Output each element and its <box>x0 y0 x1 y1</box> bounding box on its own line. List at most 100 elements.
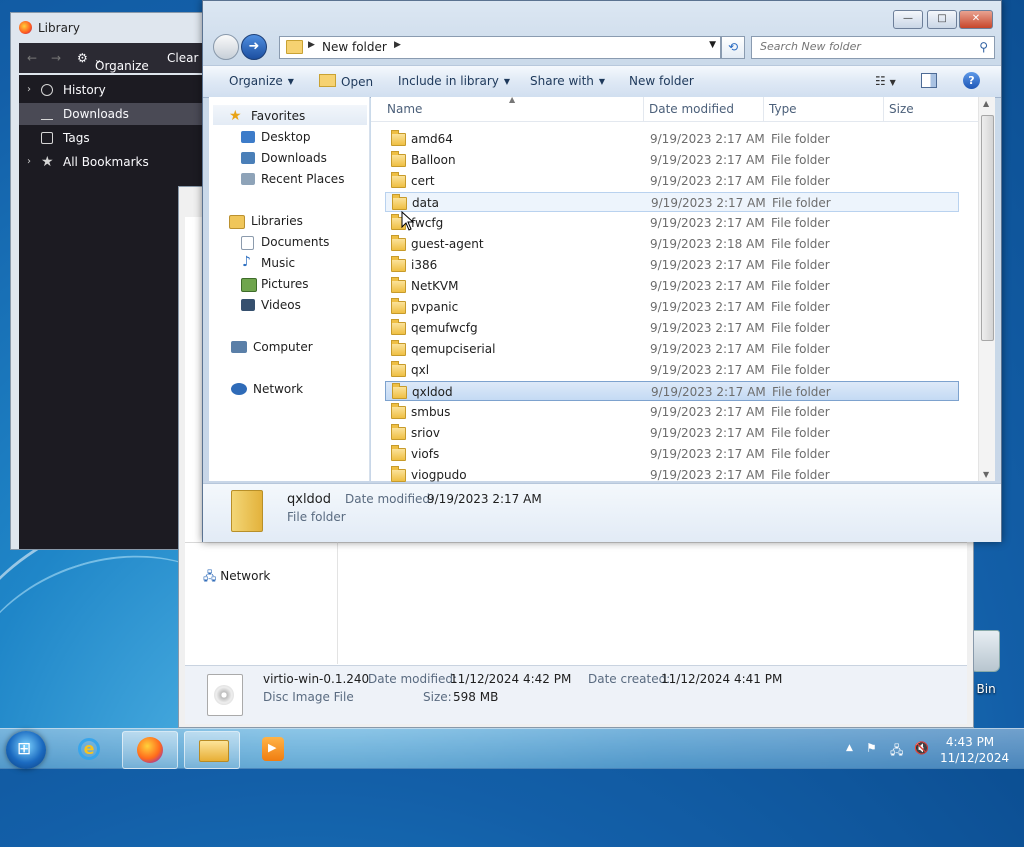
folder-icon <box>391 403 406 419</box>
nav-pictures[interactable]: Pictures <box>261 277 309 291</box>
library-item-downloads[interactable]: Downloads <box>19 103 211 125</box>
library-back-button[interactable]: ← <box>27 51 37 65</box>
column-name-header[interactable]: Name <box>387 102 422 116</box>
search-input[interactable] <box>758 39 962 54</box>
file-row[interactable]: i386 9/19/2023 2:17 AM File folder <box>385 255 959 275</box>
file-date-modified: 9/19/2023 2:17 AM <box>650 132 765 146</box>
scrollbar-thumb[interactable] <box>981 115 994 341</box>
file-date-modified: 9/19/2023 2:17 AM <box>650 321 765 335</box>
library-item-history[interactable]: › History <box>19 79 211 101</box>
scroll-up-icon[interactable]: ▲ <box>983 99 989 108</box>
column-date-header[interactable]: Date modified <box>649 102 734 116</box>
start-button[interactable] <box>6 731 46 769</box>
breadcrumb-separator[interactable]: ▶ <box>308 40 315 50</box>
nav-favorites[interactable]: Favorites <box>251 109 305 123</box>
preview-pane-toggle[interactable] <box>921 73 937 88</box>
file-row[interactable]: guest-agent 9/19/2023 2:18 AM File folder <box>385 234 959 254</box>
file-row[interactable]: viofs 9/19/2023 2:17 AM File folder <box>385 444 959 464</box>
breadcrumb-separator[interactable]: ▶ <box>394 40 401 50</box>
expand-arrow-icon[interactable]: › <box>27 151 31 173</box>
folder-icon <box>391 235 406 251</box>
taskbar-windows-explorer[interactable] <box>184 731 240 769</box>
nav-videos[interactable]: Videos <box>261 298 301 312</box>
column-size-header[interactable]: Size <box>889 102 914 116</box>
expand-arrow-icon[interactable]: › <box>27 79 31 101</box>
column-divider[interactable] <box>883 97 884 121</box>
file-row[interactable]: sriov 9/19/2023 2:17 AM File folder <box>385 423 959 443</box>
chevron-down-icon: ▼ <box>889 78 896 87</box>
sort-ascending-icon: ▲ <box>509 95 516 104</box>
file-name: qxldod <box>412 385 453 399</box>
file-row[interactable]: pvpanic 9/19/2023 2:17 AM File folder <box>385 297 959 317</box>
file-row[interactable]: cert 9/19/2023 2:17 AM File folder <box>385 171 959 191</box>
address-dropdown-icon[interactable]: ▼ <box>709 40 716 50</box>
search-box[interactable]: ⚲ <box>751 36 995 59</box>
share-with-button[interactable]: Share with ▼ <box>530 74 605 88</box>
column-divider[interactable] <box>763 97 764 121</box>
nav-desktop[interactable]: Desktop <box>261 130 311 144</box>
disc-image-icon <box>207 674 243 716</box>
file-row[interactable]: smbus 9/19/2023 2:17 AM File folder <box>385 402 959 422</box>
file-row[interactable]: qxldod 9/19/2023 2:17 AM File folder <box>385 381 959 401</box>
nav-recent-places[interactable]: Recent Places <box>261 172 344 186</box>
address-bar[interactable]: ▶ New folder ▶ ▼ <box>279 36 721 59</box>
library-forward-button[interactable]: → <box>51 51 61 65</box>
minimize-button[interactable]: — <box>893 10 923 29</box>
file-row[interactable]: qemufwcfg 9/19/2023 2:17 AM File folder <box>385 318 959 338</box>
library-clear-button[interactable]: Clear <box>167 51 198 65</box>
network-tray-icon[interactable]: 🖧 <box>890 741 903 762</box>
file-row[interactable]: NetKVM 9/19/2023 2:17 AM File folder <box>385 276 959 296</box>
desktop-icon <box>241 131 255 143</box>
new-folder-button[interactable]: New folder <box>629 74 694 88</box>
nav-downloads[interactable]: Downloads <box>261 151 327 165</box>
open-folder-icon <box>319 74 336 87</box>
include-in-library-button[interactable]: Include in library ▼ <box>398 74 510 88</box>
taskbar-internet-explorer[interactable]: e <box>62 731 116 767</box>
tray-overflow-icon[interactable]: ▲ <box>846 743 853 753</box>
close-button[interactable]: ✕ <box>959 10 993 29</box>
file-row[interactable]: qxl 9/19/2023 2:17 AM File folder <box>385 360 959 380</box>
breadcrumb-new-folder[interactable]: New folder <box>322 40 387 54</box>
refresh-button[interactable]: ⟲ <box>721 36 745 59</box>
file-row[interactable]: Balloon 9/19/2023 2:17 AM File folder <box>385 150 959 170</box>
volume-muted-icon[interactable]: 🔇 <box>914 741 929 755</box>
file-date-modified: 9/19/2023 2:17 AM <box>650 342 765 356</box>
file-row[interactable]: data 9/19/2023 2:17 AM File folder <box>385 192 959 212</box>
help-button[interactable]: ? <box>963 72 980 89</box>
file-row[interactable]: viogpudo 9/19/2023 2:17 AM File folder <box>385 465 959 485</box>
maximize-button[interactable]: □ <box>927 10 957 29</box>
search-icon[interactable]: ⚲ <box>979 40 988 54</box>
clock-icon <box>41 84 53 96</box>
navigation-pane: ★ Favorites Desktop Downloads Recent Pla… <box>209 97 370 481</box>
file-name: cert <box>411 174 435 188</box>
nav-libraries[interactable]: Libraries <box>251 214 303 228</box>
column-divider[interactable] <box>643 97 644 121</box>
open-button[interactable]: Open <box>319 74 373 89</box>
nav-computer[interactable]: Computer <box>253 340 313 354</box>
scroll-down-icon[interactable]: ▼ <box>983 470 989 479</box>
taskbar-media-player[interactable] <box>246 731 300 767</box>
file-name: NetKVM <box>411 279 459 293</box>
file-row[interactable]: fwcfg 9/19/2023 2:17 AM File folder <box>385 213 959 233</box>
taskbar-clock[interactable]: 4:43 PM 11/12/2024 <box>940 734 1009 766</box>
command-bar: Organize ▼ Open Include in library ▼ Share… <box>203 65 1001 98</box>
library-item-tags[interactable]: Tags <box>19 127 211 149</box>
change-view-button[interactable]: ☷ ▼ <box>875 74 896 88</box>
nav-music[interactable]: Music <box>261 256 295 270</box>
file-row[interactable]: qemupciserial 9/19/2023 2:17 AM File folde… <box>385 339 959 359</box>
nav-documents[interactable]: Documents <box>261 235 329 249</box>
vertical-scrollbar[interactable]: ▲ ▼ <box>978 97 995 481</box>
action-center-flag-icon[interactable]: ⚑ <box>866 741 877 755</box>
organize-button[interactable]: Organize ▼ <box>229 74 294 88</box>
library-item-all-bookmarks[interactable]: › ★ All Bookmarks <box>19 151 211 173</box>
folder-icon <box>391 319 406 335</box>
nav-network[interactable]: Network <box>253 382 303 396</box>
taskbar-firefox[interactable] <box>122 731 178 769</box>
details-modified-value: 11/12/2024 4:42 PM <box>450 672 572 686</box>
background-nav-network[interactable]: 🖧 Network <box>203 567 270 588</box>
file-row[interactable]: amd64 9/19/2023 2:17 AM File folder <box>385 129 959 149</box>
back-button[interactable] <box>213 34 239 60</box>
forward-button[interactable]: ➜ <box>241 34 267 60</box>
nav-network-label: Network <box>220 569 271 583</box>
column-type-header[interactable]: Type <box>769 102 797 116</box>
